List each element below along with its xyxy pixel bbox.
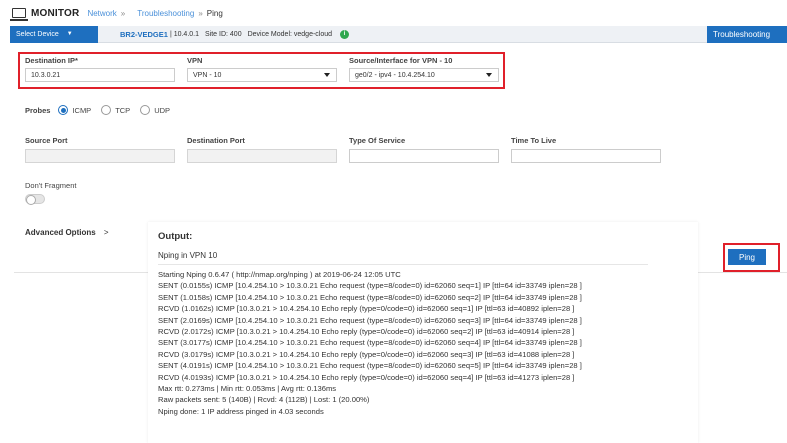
page: MONITOR Network » Troubleshooting » Ping… (0, 0, 787, 443)
radio-tcp-label: TCP (115, 105, 131, 115)
output-line: Starting Nping 0.6.47 ( http://nmap.org/… (158, 270, 401, 279)
divider (158, 264, 648, 265)
device-ip: | 10.4.0.1 (169, 30, 200, 38)
breadcrumb-ping: Ping (206, 8, 223, 18)
output-line: SENT (2.0169s) ICMP [10.4.254.10 > 10.3.… (158, 315, 582, 325)
select-device-button[interactable]: Select Device ▼ (10, 25, 98, 43)
advanced-options-toggle[interactable]: Advanced Options > (25, 228, 109, 237)
chevron-down-icon: ▼ (66, 31, 73, 37)
output-line: RCVD (1.0162s) ICMP [10.3.0.21 > 10.4.25… (158, 304, 575, 314)
destination-port-label: Destination Port (187, 136, 245, 145)
chevron-right-icon: > (103, 228, 109, 237)
output-panel: Output: Nping in VPN 10 Starting Nping 0… (148, 222, 698, 443)
dont-fragment-toggle[interactable] (25, 194, 45, 205)
dont-fragment-label: Don't Fragment (25, 181, 77, 190)
output-subtitle: Nping in VPN 10 (158, 251, 218, 260)
output-line: RCVD (4.0193s) ICMP [10.3.0.21 > 10.4.25… (158, 372, 575, 382)
probes-label: Probes (25, 105, 51, 115)
info-icon[interactable]: i (340, 29, 350, 39)
type-of-service-label: Type Of Service (349, 136, 406, 145)
page-title: MONITOR (31, 7, 80, 19)
breadcrumb-separator-icon: » (198, 8, 203, 18)
troubleshooting-button[interactable]: Troubleshooting (707, 26, 787, 43)
probes-group: Probes ICMP TCP UDP (25, 105, 180, 115)
monitor-icon (10, 8, 28, 21)
site-id: Site ID: 400 (205, 30, 242, 38)
output-line: SENT (3.0177s) ICMP [10.4.254.10 > 10.3.… (158, 338, 582, 348)
output-line: Nping done: 1 IP address pinged in 4.03 … (158, 406, 324, 416)
time-to-live-label: Time To Live (511, 136, 557, 145)
device-model: Device Model: vedge-cloud (247, 30, 333, 38)
output-line: Max rtt: 0.273ms | Min rtt: 0.053ms | Av… (158, 383, 337, 393)
type-of-service-field[interactable] (349, 149, 499, 163)
output-line: SENT (1.0158s) ICMP [10.4.254.10 > 10.3.… (158, 292, 582, 302)
radio-udp-label: UDP (154, 105, 171, 115)
output-title: Output: (158, 231, 193, 242)
destination-port-field[interactable] (187, 149, 337, 163)
radio-icmp[interactable] (58, 105, 69, 115)
top-bar: MONITOR Network » Troubleshooting » Ping (0, 0, 787, 26)
output-log: Starting Nping 0.6.47 ( http://nmap.org/… (158, 269, 582, 417)
output-line: SENT (4.0191s) ICMP [10.4.254.10 > 10.3.… (158, 361, 582, 371)
select-device-label: Select Device (16, 30, 59, 38)
breadcrumb-network[interactable]: Network (87, 9, 116, 18)
radio-udp[interactable] (140, 105, 151, 115)
output-line: Raw packets sent: 5 (140B) | Rcvd: 4 (11… (158, 395, 370, 405)
radio-icmp-label: ICMP (72, 105, 92, 115)
breadcrumb-separator-icon: » (120, 8, 126, 18)
advanced-options-label: Advanced Options (25, 228, 96, 237)
highlight-box (723, 243, 780, 272)
output-line: SENT (0.0155s) ICMP [10.4.254.10 > 10.3.… (158, 281, 582, 291)
breadcrumb-troubleshooting[interactable]: Troubleshooting (137, 9, 194, 18)
highlight-box (18, 52, 505, 89)
output-line: RCVD (2.0172s) ICMP [10.3.0.21 > 10.4.25… (158, 326, 575, 336)
radio-tcp[interactable] (101, 105, 112, 115)
device-bar: Select Device ▼ BR2-VEDGE1 | 10.4.0.1 Si… (10, 25, 787, 43)
time-to-live-field[interactable] (511, 149, 661, 163)
device-name: BR2-VEDGE1 (120, 29, 168, 39)
source-port-label: Source Port (25, 136, 68, 145)
output-line: RCVD (3.0179s) ICMP [10.3.0.21 > 10.4.25… (158, 349, 575, 359)
source-port-field[interactable] (25, 149, 175, 163)
